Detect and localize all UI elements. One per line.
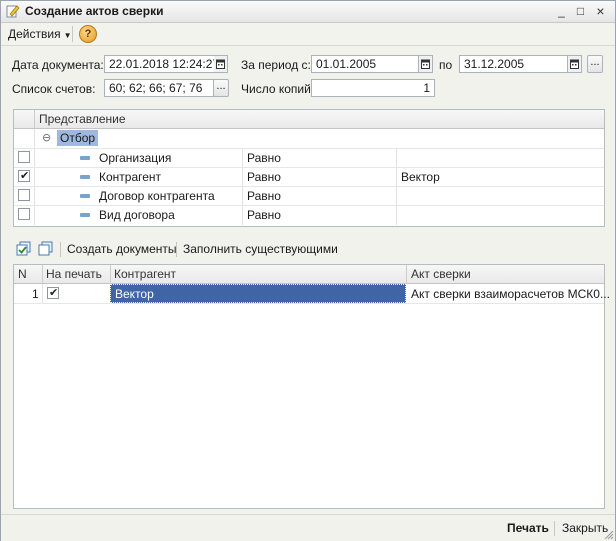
column-header-print[interactable]: На печать [46,267,102,281]
period-from-input[interactable]: 01.01.2005 [311,55,419,73]
accounts-label: Список счетов: [12,82,96,96]
toolbar-separator [72,26,73,42]
create-documents-button[interactable]: Создать документы [67,242,177,256]
print-checkbox[interactable]: ✔ [47,287,59,299]
calendar-button[interactable] [214,55,228,73]
document-pencil-icon [6,5,20,18]
checkmark-icon: ✔ [20,170,30,182]
doc-date-input[interactable]: 22.01.2018 12:24:27 [104,55,215,73]
documents-grid[interactable]: N На печать Контрагент Акт сверки 1 ✔ Ве… [13,264,610,509]
check-all-icon[interactable] [16,241,32,257]
filter-value[interactable]: Вектор [401,170,440,184]
filter-condition[interactable]: Равно [247,151,281,165]
filter-field-name: Вид договора [99,208,175,222]
checkmark-icon: ✔ [49,287,59,299]
filter-grid[interactable]: Представление ⊖ Отбор Организация Равно … [13,109,605,227]
field-marker-icon [80,156,90,160]
filter-field-name: Организация [99,151,172,165]
close-button[interactable]: Закрыть [562,521,608,535]
period-to-label: по [439,58,453,72]
filter-row-contract[interactable]: Договор контрагента Равно [14,186,604,206]
calendar-icon [216,59,225,69]
column-divider [42,265,43,283]
filter-group-row[interactable]: ⊖ Отбор [14,129,604,149]
field-marker-icon [80,194,90,198]
maximize-button[interactable]: □ [573,4,588,18]
footer-bar: Печать Закрыть [1,514,615,541]
documents-toolbar: Создать документы Заполнить существующим… [13,239,603,259]
doc-date-label: Дата документа: [12,58,104,72]
copies-input[interactable]: 1 [311,79,435,97]
filter-grid-header: Представление [14,110,604,129]
calendar-icon [421,59,430,69]
close-window-button[interactable]: × [593,4,608,18]
row-number: 1 [32,287,39,301]
filter-row-contractor[interactable]: ✔ Контрагент Равно Вектор [14,167,604,187]
window-title: Создание актов сверки [25,4,164,18]
column-header-representation[interactable]: Представление [39,112,126,126]
calendar-button[interactable] [419,55,433,73]
accounts-select-button[interactable]: ... [213,79,229,97]
filter-checkbox[interactable] [18,151,30,163]
minimize-button[interactable]: _ [554,4,569,18]
accounts-input[interactable]: 60; 62; 66; 67; 76 [104,79,214,97]
filter-field-name: Договор контрагента [99,189,215,203]
resize-grip-icon[interactable] [604,530,614,540]
filter-row-organization[interactable]: Организация Равно [14,148,604,168]
print-button[interactable]: Печать [507,521,549,535]
actions-menu[interactable]: Действия ▼ [8,27,72,41]
fill-existing-button[interactable]: Заполнить существующими [183,242,338,256]
column-header-act[interactable]: Акт сверки [411,267,471,281]
filter-checkbox[interactable] [18,189,30,201]
uncheck-all-icon[interactable] [38,241,54,257]
calendar-icon [570,59,579,69]
toolbar-separator [176,242,177,257]
period-to-input[interactable]: 31.12.2005 [459,55,568,73]
calendar-button[interactable] [568,55,582,73]
column-divider [110,265,111,283]
filter-group-label: Отбор [57,130,99,146]
filter-condition[interactable]: Равно [247,170,281,184]
dialog-window: Создание актов сверки _ □ × Действия ▼ ? … [0,0,616,541]
period-from-label: За период с: [241,58,311,72]
help-icon[interactable]: ? [79,25,97,43]
selected-cell[interactable]: Вектор [110,284,406,303]
column-divider [42,284,43,303]
row-contractor: Вектор [115,287,154,301]
filter-checkbox[interactable]: ✔ [18,170,30,182]
row-act[interactable]: Акт сверки взаиморасчетов МСК0... [411,287,610,301]
filter-condition[interactable]: Равно [247,189,281,203]
copies-label: Число копий: [241,82,315,96]
documents-grid-header: N На печать Контрагент Акт сверки [14,265,604,284]
collapse-icon[interactable]: ⊖ [42,131,51,144]
column-header-contractor[interactable]: Контрагент [114,267,176,281]
column-divider [406,265,407,283]
filter-condition[interactable]: Равно [247,208,281,222]
footer-separator [554,521,555,536]
column-divider [34,110,35,128]
period-select-button[interactable]: ... [587,55,603,73]
top-toolbar: Действия ▼ ? [1,23,615,46]
chevron-down-icon: ▼ [63,31,72,40]
title-bar[interactable]: Создание актов сверки _ □ × [1,1,615,23]
table-row[interactable]: 1 ✔ Вектор Акт сверки взаиморасчетов МСК… [14,284,610,304]
filter-field-name: Контрагент [99,170,162,184]
filter-checkbox[interactable] [18,208,30,220]
column-header-n[interactable]: N [18,267,27,281]
field-marker-icon [80,213,90,217]
filter-row-contract-type[interactable]: Вид договора Равно [14,205,604,224]
toolbar-separator [60,242,61,257]
actions-menu-label: Действия [8,27,61,41]
field-marker-icon [80,175,90,179]
